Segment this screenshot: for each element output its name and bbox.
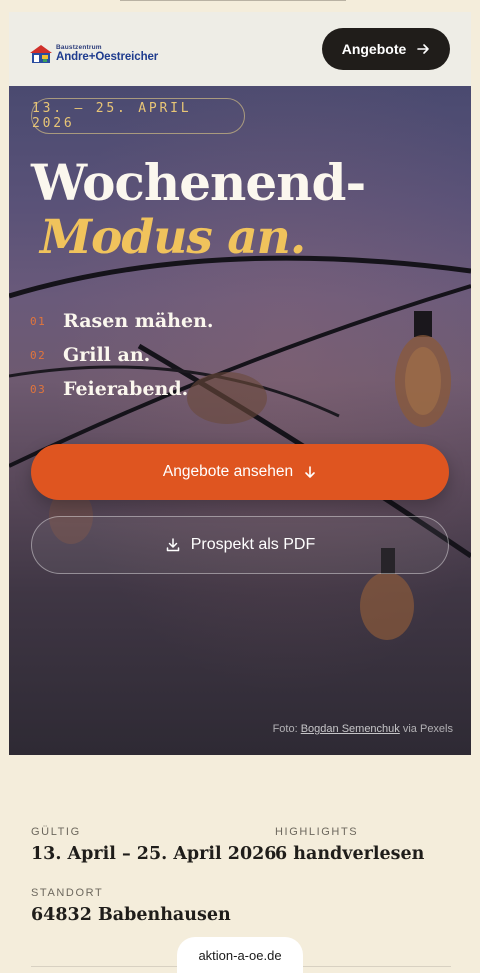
valid-label: GÜLTIG — [31, 826, 81, 838]
location-block: STANDORT 64832 Babenhausen — [31, 887, 231, 925]
download-pdf-button[interactable]: Prospekt als PDF — [31, 516, 449, 574]
offers-button[interactable]: Angebote — [322, 28, 450, 70]
list-number: 01 — [30, 314, 47, 328]
top-divider — [120, 0, 346, 1]
list-number: 03 — [30, 382, 47, 396]
list-item: 03 Feierabend. — [30, 372, 214, 406]
hero-card: Baustzentrum Andre+Oestreicher Angebote — [9, 12, 471, 755]
valid-block: GÜLTIG 13. April – 25. April 2026 — [31, 826, 276, 864]
list-item: 01 Rasen mähen. — [30, 304, 214, 338]
download-icon — [166, 538, 179, 552]
header: Baustzentrum Andre+Oestreicher Angebote — [9, 12, 471, 86]
credit-suffix: via Pexels — [402, 723, 453, 735]
feature-list: 01 Rasen mähen. 02 Grill an. 03 Feierabe… — [30, 304, 214, 406]
location-label: STANDORT — [31, 887, 104, 899]
list-number: 02 — [30, 348, 47, 362]
download-pdf-label: Prospekt als PDF — [190, 536, 316, 553]
view-offers-label: Angebote ansehen — [162, 463, 294, 480]
arrow-down-icon — [305, 466, 315, 478]
hero-title-line1: Wochenend- — [31, 153, 366, 212]
list-item: 02 Grill an. — [30, 338, 214, 372]
offers-button-label: Angebote — [341, 41, 407, 57]
domain-pill[interactable]: aktion-a-oe.de — [177, 937, 303, 973]
credit-prefix: Foto: — [272, 723, 298, 735]
house-logo-icon — [29, 44, 53, 64]
highlights-block: HIGHLIGHTS 6 handverlesen — [275, 826, 424, 864]
list-text: Grill an. — [63, 344, 151, 366]
credit-author-link[interactable]: Bogdan Semenchuk — [301, 723, 400, 735]
hero-section: 13. – 25. APRIL 2026 Wochenend- Modus an… — [9, 86, 471, 755]
highlights-value: 6 handverlesen — [275, 844, 425, 864]
location-value: 64832 Babenhausen — [31, 905, 231, 925]
arrow-right-icon — [417, 44, 430, 54]
brand-logo[interactable]: Baustzentrum Andre+Oestreicher — [29, 43, 158, 65]
highlights-label: HIGHLIGHTS — [275, 826, 359, 838]
list-text: Feierabend. — [63, 378, 189, 400]
list-text: Rasen mähen. — [63, 310, 214, 332]
hero-title-line2: Modus an. — [40, 210, 306, 265]
photo-credit: Foto: Bogdan Semenchuk via Pexels — [273, 723, 453, 735]
date-range-badge: 13. – 25. APRIL 2026 — [31, 98, 245, 134]
view-offers-button[interactable]: Angebote ansehen — [31, 444, 449, 500]
brand-name: Andre+Oestreicher — [56, 51, 159, 63]
valid-value: 13. April – 25. April 2026 — [31, 844, 277, 864]
